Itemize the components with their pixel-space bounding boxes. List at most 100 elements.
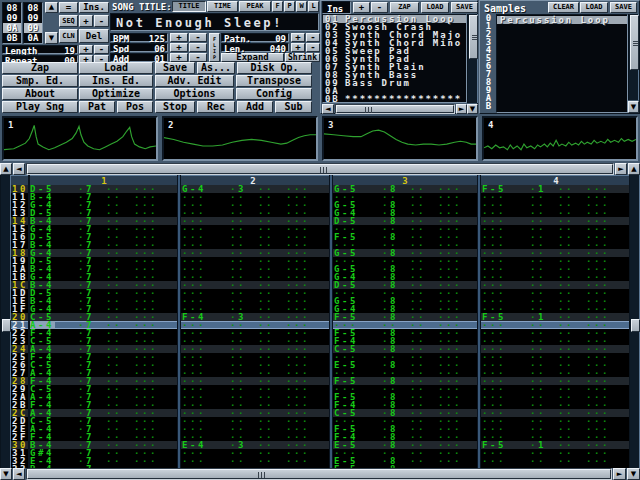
patn-plus-button[interactable]: +	[291, 33, 305, 42]
pattern-scroll-right-button[interactable]: ►	[615, 163, 627, 175]
menu-button-save[interactable]: Save	[155, 62, 195, 74]
sample-load-button[interactable]: LOAD	[580, 2, 608, 13]
menu-button-disk-op[interactable]: Disk Op.	[237, 62, 312, 74]
scroll-thumb[interactable]	[631, 319, 640, 332]
menu-button-stop[interactable]: Stop	[155, 101, 195, 113]
scope-channel-1[interactable]: 1	[2, 116, 158, 161]
position-entry[interactable]: 08	[3, 3, 21, 13]
flip-button[interactable]: F L I P	[209, 33, 220, 62]
instrument-plus-button[interactable]: +	[353, 2, 370, 13]
expand-button[interactable]: Expand	[221, 53, 284, 62]
del-button[interactable]: Del	[79, 29, 109, 43]
pattern-scroll-down-left-button[interactable]: ▼	[0, 468, 12, 480]
cln-button[interactable]: CLN	[59, 29, 78, 43]
instrument-item[interactable]: 0B****************	[323, 95, 466, 103]
pattern-vscroll-left[interactable]	[0, 175, 11, 468]
len-plus-button[interactable]: +	[291, 43, 305, 52]
spd-plus-button[interactable]: +	[170, 43, 188, 52]
instrument-scroll-right-button[interactable]: ►	[456, 104, 467, 114]
mini-button-p[interactable]: P	[284, 1, 295, 12]
scope-channel-2[interactable]: 2	[162, 116, 318, 161]
instrument-scroll-down-button[interactable]: ▼	[467, 104, 478, 114]
ins-minus-button[interactable]: -	[94, 15, 109, 27]
position-entry[interactable]: 0B	[3, 33, 21, 43]
menu-button-add[interactable]: Add	[237, 101, 273, 113]
ins-button[interactable]: Ins.	[79, 2, 109, 13]
menu-button-config[interactable]: Config	[236, 88, 312, 100]
bpm-minus-button[interactable]: -	[189, 33, 207, 42]
sample-item[interactable]: Percussion Loop	[497, 16, 627, 24]
equals-button[interactable]: =	[59, 2, 78, 13]
scope-channel-4[interactable]: 4	[482, 116, 638, 161]
menu-button-pat[interactable]: Pat	[79, 101, 115, 113]
shrink-button[interactable]: Shrink	[285, 53, 320, 62]
pattern-grid[interactable]: 10D-5·7·····G-4·3·····G-5·8·····F-5·1···…	[11, 185, 629, 468]
pattern-scroll-left2-button[interactable]: ◄	[13, 468, 25, 480]
instrument-item[interactable]: 09Bass Drum	[323, 79, 466, 87]
menu-button-optimize[interactable]: Optimize	[79, 88, 153, 100]
sample-index[interactable]: B	[481, 102, 496, 110]
scope-channel-3[interactable]: 3	[322, 116, 478, 161]
add-plus-button[interactable]: +	[170, 53, 188, 62]
position-entry[interactable]: 09	[24, 13, 42, 23]
instrument-list[interactable]: 01Percussion Loop02Swoosh Crash03Synth C…	[322, 14, 467, 103]
add-minus-button[interactable]: -	[189, 53, 207, 62]
menu-button-smp-ed[interactable]: Smp. Ed.	[2, 75, 78, 87]
position-entry[interactable]: 08	[24, 3, 42, 13]
instrument-scroll-left-button[interactable]: ◄	[322, 104, 334, 114]
len-minus-button[interactable]: -	[306, 43, 320, 52]
menu-button-load[interactable]: Load	[79, 62, 153, 74]
menu-button-about[interactable]: About	[2, 88, 78, 100]
position-entry[interactable]: 0A	[24, 33, 42, 43]
menu-button-play-sng[interactable]: Play Sng	[2, 101, 78, 113]
menu-button-adv-edit[interactable]: Adv. Edit	[155, 75, 234, 87]
menu-button-options[interactable]: Options	[155, 88, 234, 100]
pattern-vscroll-right[interactable]	[629, 175, 640, 468]
position-entry[interactable]: 09	[3, 13, 21, 23]
length-plus-button[interactable]: +	[79, 45, 93, 54]
scroll-thumb[interactable]	[2, 319, 11, 332]
pattern-hscroll-top[interactable]	[26, 163, 614, 175]
position-entry[interactable]: 0A	[3, 23, 21, 33]
menu-button-pos[interactable]: Pos	[117, 101, 153, 113]
menu-button-sub[interactable]: Sub	[275, 101, 312, 113]
position-entry[interactable]: 09	[24, 23, 42, 33]
pattern-hscroll-bottom[interactable]	[26, 468, 612, 480]
sample-save-button[interactable]: SAVE	[610, 2, 637, 13]
pattern-scroll-right2-button[interactable]: ►	[613, 468, 626, 480]
tab-time[interactable]: TIME	[207, 1, 238, 12]
patn-minus-button[interactable]: -	[306, 33, 320, 42]
menu-button-as[interactable]: As...	[197, 62, 235, 74]
menu-button-zap[interactable]: Zap	[2, 62, 78, 74]
mini-button-f[interactable]: F	[272, 1, 283, 12]
tab-peak[interactable]: PEAK	[239, 1, 271, 12]
mini-button-w[interactable]: W	[296, 1, 307, 12]
sample-clear-button[interactable]: CLEAR	[548, 2, 579, 13]
ins-plus-button[interactable]: +	[79, 15, 93, 27]
instrument-minus-button[interactable]: -	[371, 2, 388, 13]
seq-button[interactable]: SEQ	[59, 15, 78, 27]
song-title-box[interactable]: Not Enough Sleep!	[110, 13, 319, 31]
sample-scrollbar[interactable]	[628, 14, 639, 100]
spd-minus-button[interactable]: -	[189, 43, 207, 52]
sample-list[interactable]: Percussion Loop	[496, 14, 628, 113]
menu-button-rec[interactable]: Rec	[197, 101, 235, 113]
position-up-button[interactable]: ▲	[45, 2, 58, 13]
pattern-scroll-up-right-button[interactable]: ▲	[628, 163, 640, 175]
tab-title[interactable]: TITLE	[172, 1, 206, 12]
instrument-scrollbar[interactable]	[467, 14, 478, 103]
mini-button-l[interactable]: L	[308, 1, 319, 12]
length-minus-button[interactable]: -	[94, 45, 109, 54]
pattern-scroll-up-left-button[interactable]: ▲	[0, 163, 12, 175]
pattern-scroll-left-button[interactable]: ◄	[13, 163, 25, 175]
position-list-col1[interactable]: 08090A0B	[2, 2, 22, 44]
instrument-load-button[interactable]: LOAD	[421, 2, 449, 13]
instrument-zap-button[interactable]: ZAP	[390, 2, 419, 13]
position-down-button[interactable]: ▼	[45, 32, 58, 44]
bpm-plus-button[interactable]: +	[170, 33, 188, 42]
menu-button-transpose[interactable]: Transpose	[236, 75, 312, 87]
sample-scroll-down-button[interactable]: ▼	[628, 101, 639, 113]
pattern-scroll-down-right-button[interactable]: ▼	[627, 468, 640, 480]
instrument-save-button[interactable]: SAVE	[451, 2, 478, 13]
menu-button-ins-ed[interactable]: Ins. Ed.	[79, 75, 153, 87]
